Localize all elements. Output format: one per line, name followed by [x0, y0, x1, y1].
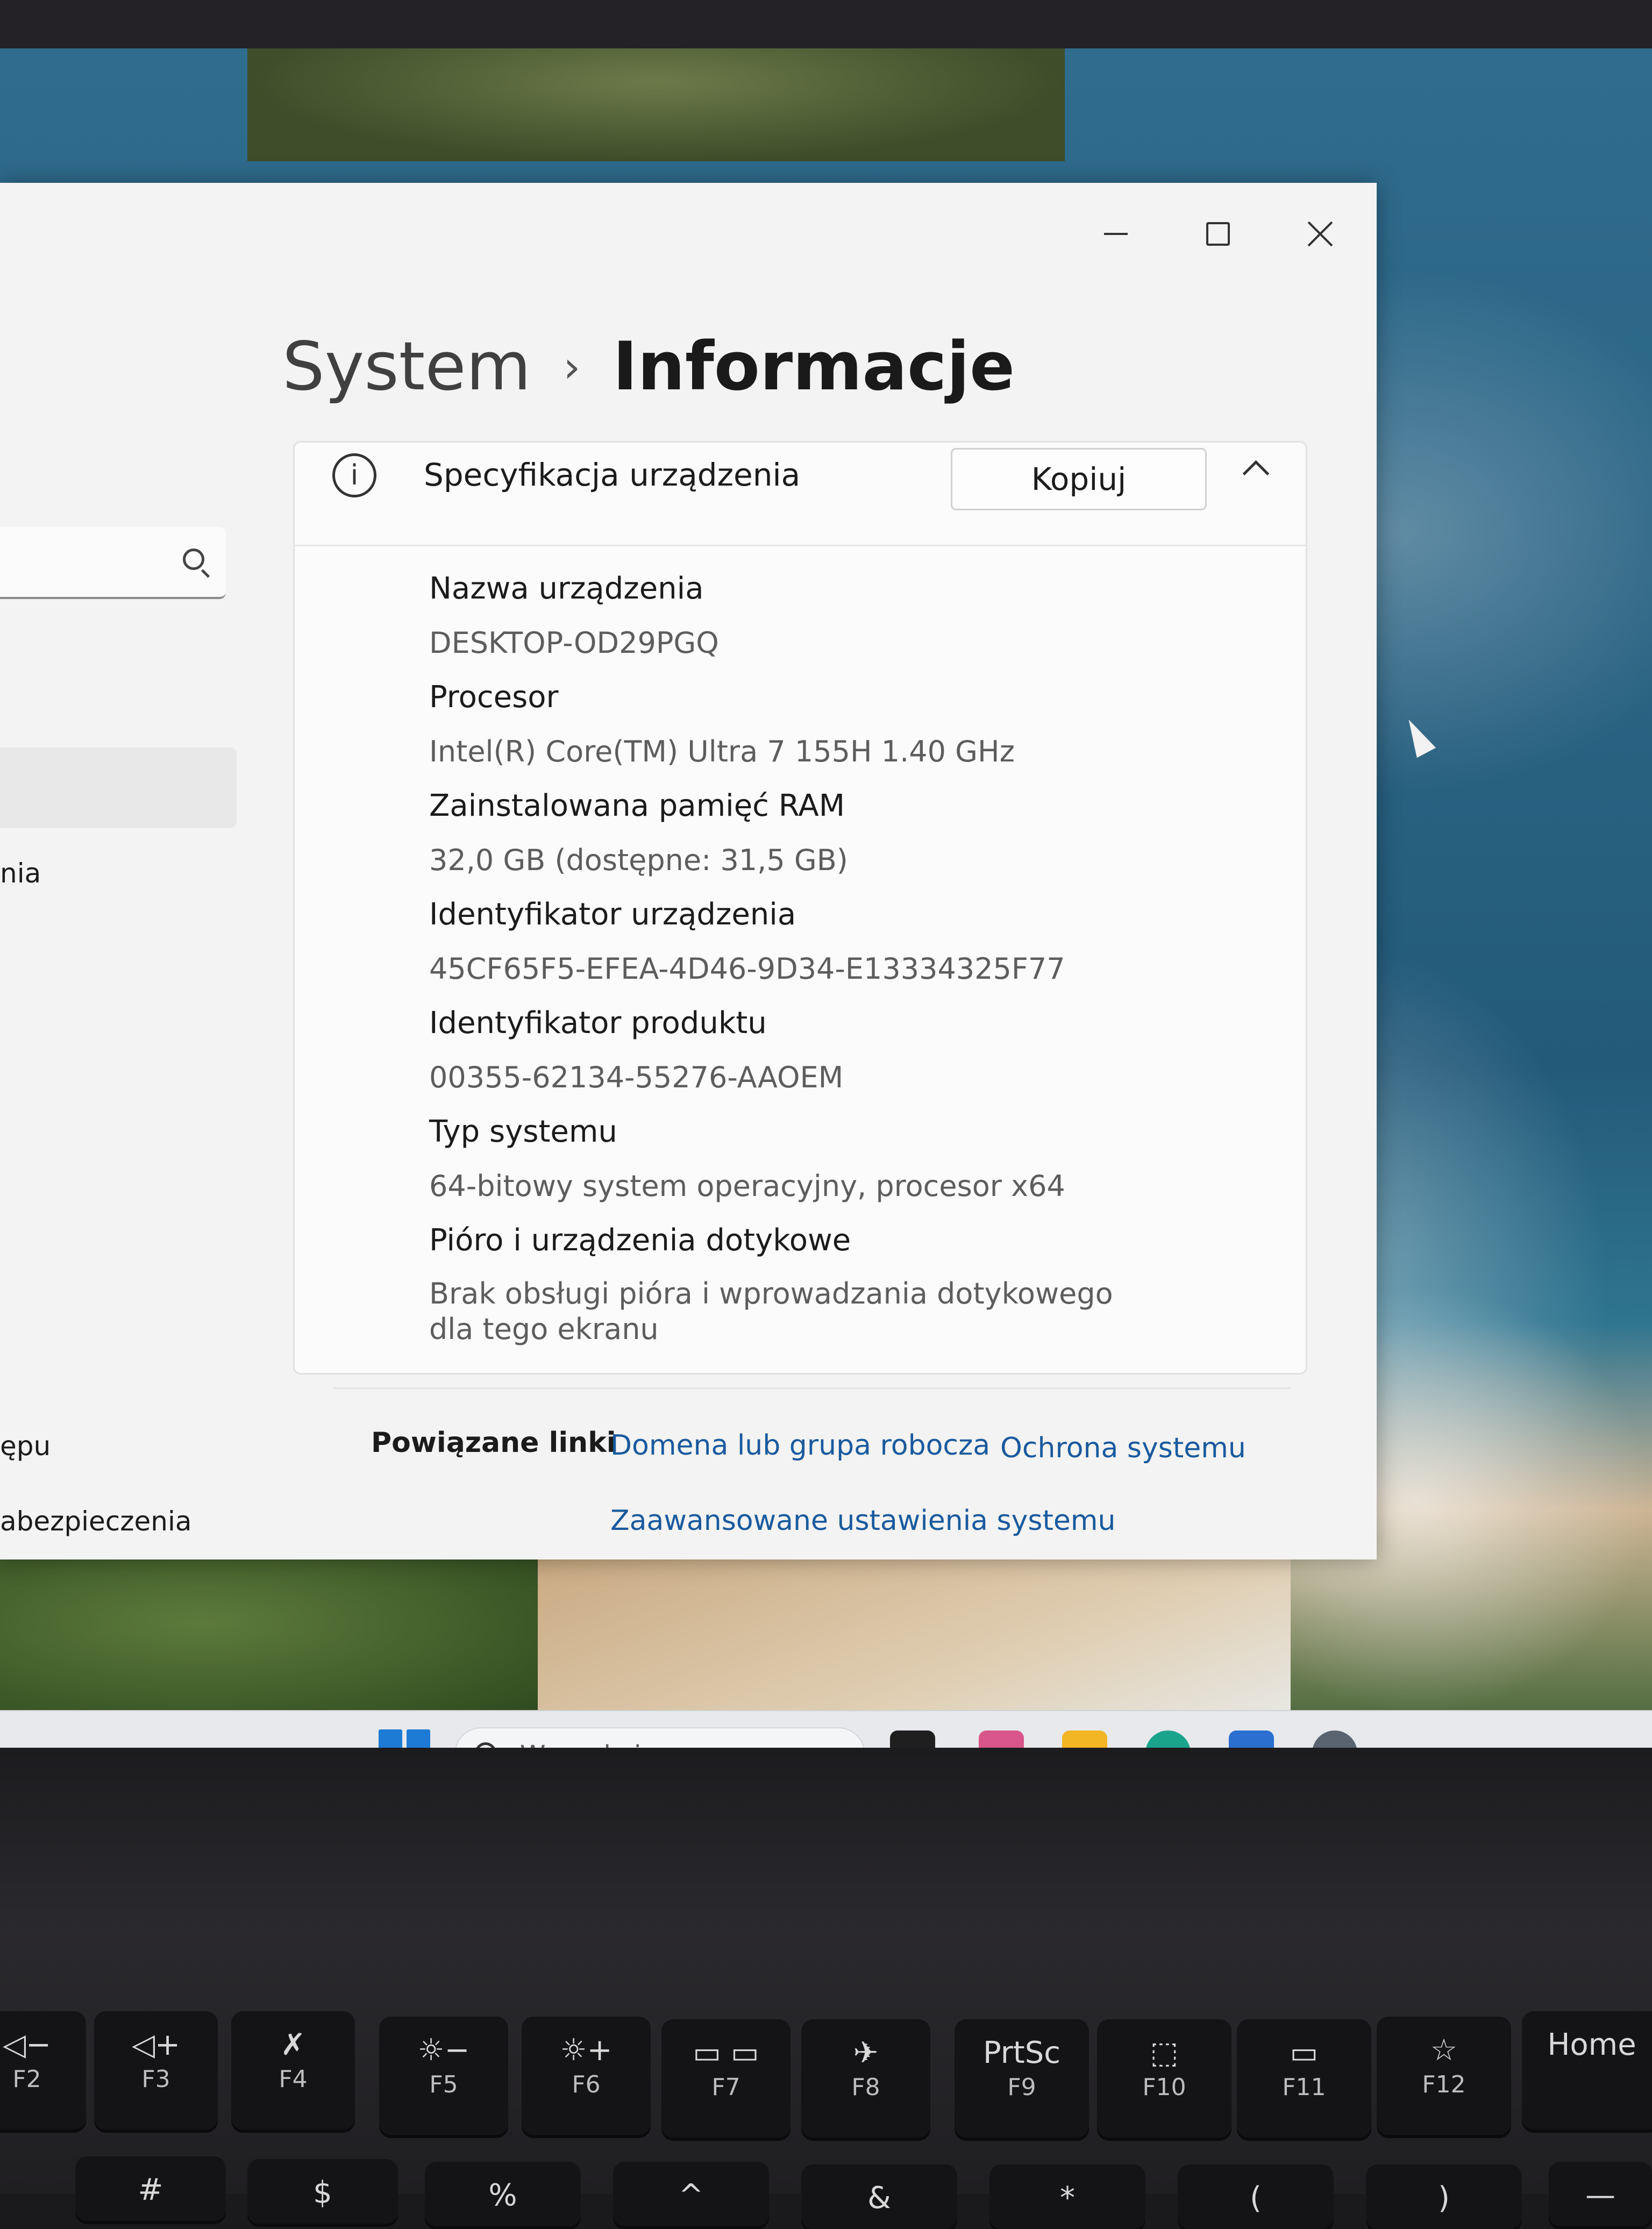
- key-f10[interactable]: ⬚ F10: [1097, 2019, 1231, 2138]
- spec-value: Intel(R) Core(TM) Ultra 7 155H 1.40 GHz: [429, 735, 1015, 768]
- chevron-up-icon[interactable]: [1242, 460, 1270, 487]
- key-8[interactable]: *: [989, 2164, 1145, 2229]
- key-3[interactable]: #: [75, 2156, 226, 2221]
- laptop-keyboard: ◁− F2 ◁+ F3 ✗ F4 ☼− F5 ☼+ F6 ▭ ▭ F7 ✈ F8 PrtSc F…: [0, 1748, 1652, 2229]
- sidebar-search-input[interactable]: [0, 527, 226, 599]
- key-f11[interactable]: ▭ F11: [1237, 2019, 1371, 2138]
- spec-value: Brak obsługi pióra i wprowadzania dotyko…: [429, 1277, 1113, 1346]
- key-home[interactable]: Home: [1522, 2011, 1652, 2130]
- key-0[interactable]: ): [1366, 2164, 1522, 2229]
- key-f8[interactable]: ✈ F8: [801, 2019, 930, 2138]
- chevron-right-icon: ›: [563, 341, 581, 392]
- system-protection-link[interactable]: Ochrona systemu: [1000, 1432, 1246, 1464]
- key-4[interactable]: $: [247, 2159, 398, 2224]
- spec-label: Zainstalowana pamięć RAM: [429, 788, 845, 823]
- spec-label: Nazwa urządzenia: [429, 571, 704, 606]
- sidebar-item-label[interactable]: abezpieczenia: [0, 1506, 192, 1537]
- settings-gear-icon[interactable]: [1312, 1730, 1357, 1748]
- key-minus[interactable]: —: [1549, 2162, 1652, 2226]
- wallpaper-cliff: [247, 48, 1065, 161]
- key-6[interactable]: ^: [613, 2162, 769, 2226]
- terminal-icon[interactable]: [890, 1730, 935, 1748]
- file-explorer-icon[interactable]: [1062, 1730, 1107, 1748]
- spec-label: Procesor: [429, 680, 559, 715]
- spec-value: 64-bitowy system operacyjny, procesor x6…: [429, 1169, 1065, 1203]
- key-f2[interactable]: ◁− F2: [0, 2011, 86, 2130]
- spec-label: Identyfikator urządzenia: [429, 897, 796, 932]
- close-button[interactable]: [1285, 204, 1355, 264]
- copilot-icon[interactable]: [979, 1730, 1024, 1748]
- edge-icon[interactable]: [1145, 1730, 1191, 1748]
- close-icon: [1307, 220, 1334, 247]
- key-f7[interactable]: ▭ ▭ F7: [661, 2019, 791, 2138]
- key-9[interactable]: (: [1178, 2164, 1334, 2229]
- key-7[interactable]: &: [801, 2164, 957, 2229]
- taskbar-search-input[interactable]: Wyszukaj: [454, 1727, 865, 1748]
- settings-window: nia ępu abezpieczenia System › Informacj…: [0, 183, 1377, 1559]
- sidebar-item-selected[interactable]: [0, 747, 237, 828]
- breadcrumb-parent[interactable]: System: [282, 328, 531, 405]
- device-spec-card: i Specyfikacja urządzenia Kopiuj Nazwa u…: [293, 441, 1307, 1375]
- spec-list: Nazwa urządzenia DESKTOP-OD29PGQ Proceso…: [429, 561, 1236, 1347]
- sidebar-item-label[interactable]: ępu: [0, 1430, 51, 1462]
- spec-label: Pióro i urządzenia dotykowe: [429, 1223, 851, 1258]
- maximize-icon: [1206, 222, 1230, 246]
- spec-value: 45CF65F5-EFEA-4D46-9D34-E13334325F77: [429, 952, 1065, 986]
- spec-label: Typ systemu: [429, 1114, 617, 1149]
- maximize-button[interactable]: [1183, 204, 1253, 264]
- info-icon: i: [332, 453, 376, 497]
- spec-label: Identyfikator produktu: [429, 1006, 767, 1041]
- spec-value: DESKTOP-OD29PGQ: [429, 626, 719, 660]
- taskbar-search-placeholder: Wyszukaj: [520, 1740, 641, 1748]
- domain-workgroup-link[interactable]: Domena lub grupa robocza: [610, 1429, 990, 1462]
- windows-logo-icon: [379, 1729, 402, 1748]
- device-spec-header[interactable]: i Specyfikacja urządzenia Kopiuj: [295, 443, 1306, 546]
- copy-button[interactable]: Kopiuj: [951, 448, 1207, 510]
- mouse-cursor-icon: [1399, 714, 1436, 758]
- breadcrumb: System › Informacje: [282, 328, 1015, 405]
- start-button[interactable]: [376, 1727, 435, 1748]
- window-controls: [1081, 204, 1355, 264]
- minimize-icon: [1104, 233, 1128, 235]
- key-f4[interactable]: ✗ F4: [231, 2011, 355, 2130]
- device-spec-title: Specyfikacja urządzenia: [424, 457, 801, 493]
- minimize-button[interactable]: [1081, 204, 1151, 264]
- key-5[interactable]: %: [425, 2162, 581, 2226]
- key-f6[interactable]: ☼+ F6: [522, 2017, 651, 2135]
- sidebar-item-label[interactable]: nia: [0, 858, 41, 889]
- screen: nia ępu abezpieczenia System › Informacj…: [0, 48, 1652, 1748]
- key-f5[interactable]: ☼− F5: [379, 2017, 508, 2135]
- related-links: Powiązane linki Domena lub grupa robocza…: [333, 1387, 1291, 1550]
- spec-value: 00355-62134-55276-AAOEM: [429, 1060, 844, 1094]
- advanced-system-settings-link[interactable]: Zaawansowane ustawienia systemu: [610, 1505, 1116, 1537]
- key-f12[interactable]: ☆ F12: [1377, 2017, 1511, 2135]
- key-f3[interactable]: ◁+ F3: [94, 2011, 218, 2130]
- key-f9[interactable]: PrtSc F9: [955, 2019, 1089, 2138]
- search-icon: [475, 1742, 496, 1748]
- spec-value: 32,0 GB (dostępne: 31,5 GB): [429, 843, 848, 877]
- search-icon: [183, 549, 204, 570]
- taskbar: Wyszukaj: [0, 1710, 1652, 1748]
- page-title: Informacje: [613, 328, 1015, 405]
- store-icon[interactable]: [1229, 1730, 1274, 1748]
- related-links-title: Powiązane linki: [371, 1427, 616, 1459]
